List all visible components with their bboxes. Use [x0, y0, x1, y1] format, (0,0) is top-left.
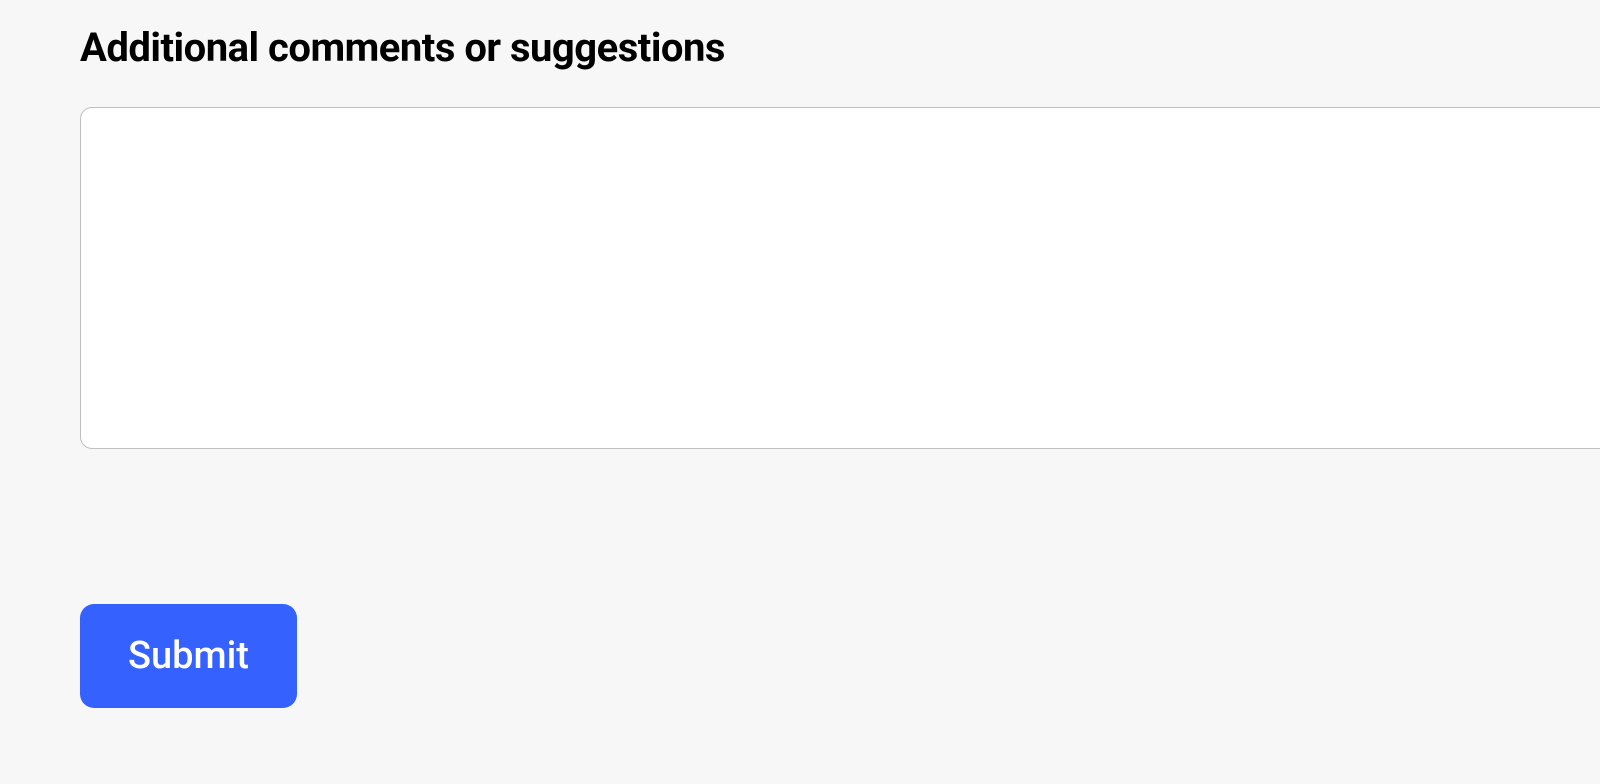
comments-label: Additional comments or suggestions: [80, 24, 1600, 71]
submit-button[interactable]: Submit: [80, 604, 297, 708]
form-section: Additional comments or suggestions Submi…: [0, 0, 1600, 708]
comments-textarea[interactable]: [80, 107, 1600, 449]
